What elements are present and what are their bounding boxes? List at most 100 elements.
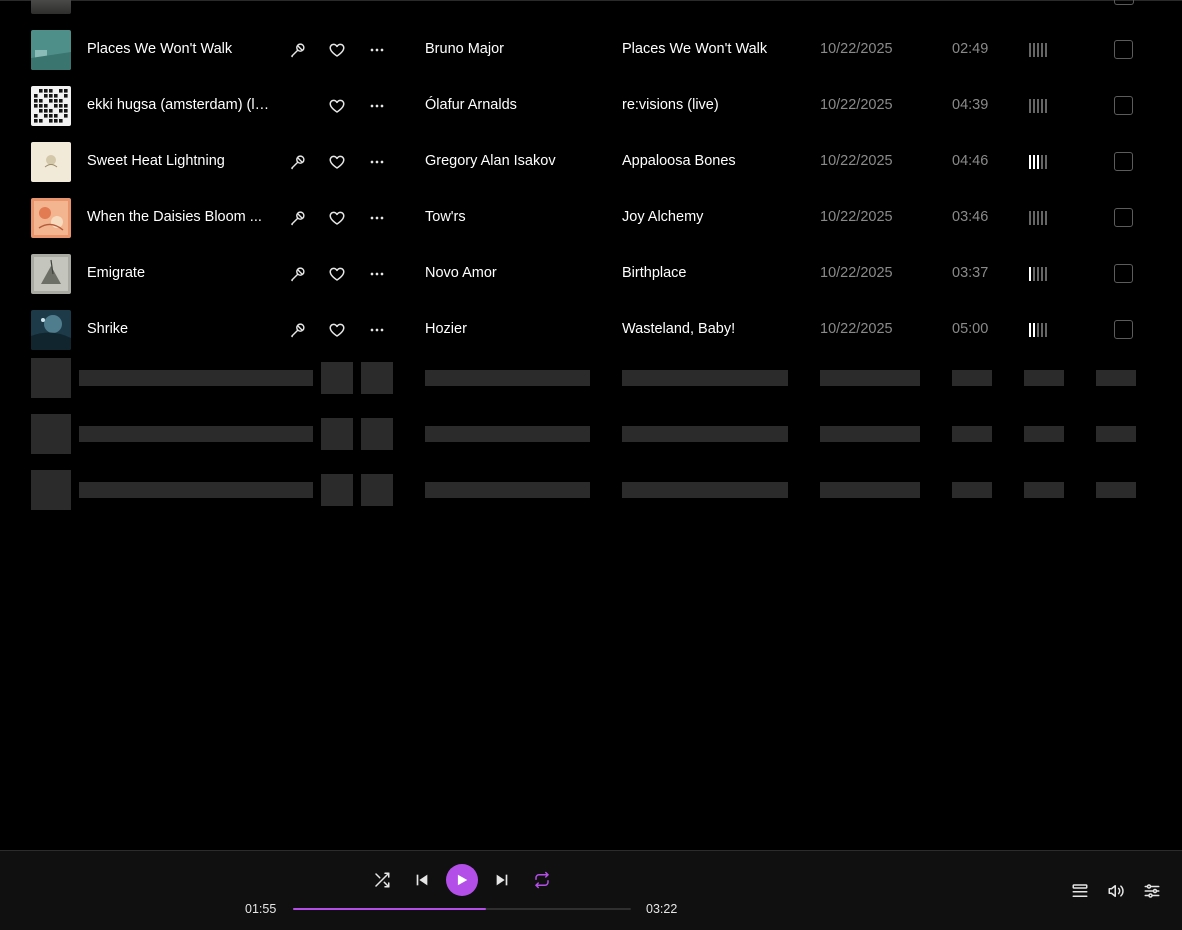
date-added: 10/22/2025 xyxy=(820,265,893,281)
popularity-bar xyxy=(1029,43,1031,57)
album-cover[interactable] xyxy=(31,310,71,350)
heart-icon xyxy=(329,43,345,57)
track-title[interactable]: ekki hugsa (amsterdam) (live) xyxy=(87,97,272,113)
like-button[interactable] xyxy=(327,264,347,284)
select-checkbox[interactable] xyxy=(1114,264,1133,283)
select-checkbox[interactable] xyxy=(1114,320,1133,339)
select-checkbox[interactable] xyxy=(1114,40,1133,59)
play-button[interactable] xyxy=(446,864,478,896)
track-duration: 02:49 xyxy=(952,41,989,57)
track-title[interactable]: Shrike xyxy=(87,321,272,337)
skeleton-block xyxy=(1024,482,1064,498)
album-cover[interactable] xyxy=(31,142,71,182)
skeleton-block xyxy=(361,418,393,450)
track-duration: 04:39 xyxy=(952,97,989,113)
progress-bar[interactable] xyxy=(293,908,631,910)
more-options-button[interactable] xyxy=(367,208,387,228)
queue-list-icon xyxy=(1072,884,1088,897)
track-album[interactable]: re:visions (live) xyxy=(622,97,719,113)
album-cover[interactable] xyxy=(31,198,71,238)
more-dots-icon xyxy=(370,216,384,220)
more-options-button[interactable] xyxy=(367,320,387,340)
date-added: 10/22/2025 xyxy=(820,209,893,225)
skeleton-block xyxy=(361,362,393,394)
repeat-button[interactable] xyxy=(532,870,552,890)
partial-album-cover[interactable] xyxy=(31,0,71,14)
like-button[interactable] xyxy=(327,96,347,116)
track-artist[interactable]: Bruno Major xyxy=(425,41,504,57)
track-row[interactable]: ekki hugsa (amsterdam) (live) Ólafur Arna… xyxy=(0,78,1182,134)
popularity-meter xyxy=(1029,323,1049,337)
popularity-bar xyxy=(1041,211,1043,225)
track-album[interactable]: Appaloosa Bones xyxy=(622,153,736,169)
popularity-bar xyxy=(1045,155,1047,169)
track-album[interactable]: Birthplace xyxy=(622,265,686,281)
select-checkbox[interactable] xyxy=(1114,152,1133,171)
album-cover[interactable] xyxy=(31,30,71,70)
lyrics-button[interactable] xyxy=(287,152,307,172)
lyrics-button[interactable] xyxy=(287,40,307,60)
skeleton-block xyxy=(820,482,920,498)
queue-button[interactable] xyxy=(1070,881,1090,901)
more-options-button[interactable] xyxy=(367,96,387,116)
next-button[interactable] xyxy=(492,870,512,890)
lyrics-button[interactable] xyxy=(287,320,307,340)
track-title[interactable]: Sweet Heat Lightning xyxy=(87,153,272,169)
loading-placeholder-row xyxy=(0,358,1182,414)
track-artist[interactable]: Tow'rs xyxy=(425,209,466,225)
heart-icon xyxy=(329,323,345,337)
track-row[interactable]: Places We Won't Walk Bruno Major Places We… xyxy=(0,22,1182,78)
popularity-bar xyxy=(1033,43,1035,57)
album-cover[interactable] xyxy=(31,86,71,126)
more-options-button[interactable] xyxy=(367,264,387,284)
popularity-bar xyxy=(1033,267,1035,281)
popularity-meter xyxy=(1029,267,1049,281)
popularity-bar xyxy=(1037,99,1039,113)
track-artist[interactable]: Ólafur Arnalds xyxy=(425,97,517,113)
track-title[interactable]: Places We Won't Walk xyxy=(87,41,272,57)
microphone-icon xyxy=(290,154,305,169)
track-artist[interactable]: Novo Amor xyxy=(425,265,497,281)
previous-button[interactable] xyxy=(412,870,432,890)
play-icon xyxy=(457,874,468,886)
equalizer-settings-button[interactable] xyxy=(1142,881,1162,901)
like-button[interactable] xyxy=(327,152,347,172)
track-album[interactable]: Wasteland, Baby! xyxy=(622,321,735,337)
skeleton-block xyxy=(1096,482,1136,498)
shuffle-icon xyxy=(375,872,390,888)
partial-checkbox[interactable] xyxy=(1114,0,1134,5)
volume-icon xyxy=(1108,885,1124,897)
select-checkbox[interactable] xyxy=(1114,208,1133,227)
lyrics-button[interactable] xyxy=(287,264,307,284)
skeleton-block xyxy=(622,482,788,498)
more-options-button[interactable] xyxy=(367,152,387,172)
popularity-bar xyxy=(1029,155,1031,169)
track-title[interactable]: Emigrate xyxy=(87,265,272,281)
more-dots-icon xyxy=(370,160,384,164)
album-cover[interactable] xyxy=(31,254,71,294)
track-row[interactable]: Sweet Heat Lightning Gregory Alan Isakov A… xyxy=(0,134,1182,190)
track-title[interactable]: When the Daisies Bloom ... xyxy=(87,209,272,225)
select-checkbox[interactable] xyxy=(1114,96,1133,115)
lyrics-button[interactable] xyxy=(287,208,307,228)
skip-next-icon xyxy=(496,874,508,886)
shuffle-button[interactable] xyxy=(372,870,392,890)
track-album[interactable]: Places We Won't Walk xyxy=(622,41,767,57)
popularity-bar xyxy=(1029,211,1031,225)
skeleton-block xyxy=(361,474,393,506)
skeleton-block xyxy=(321,474,353,506)
track-artist[interactable]: Hozier xyxy=(425,321,467,337)
like-button[interactable] xyxy=(327,40,347,60)
track-row[interactable]: Shrike Hozier Wasteland, Baby! 10/22/2025 05… xyxy=(0,302,1182,358)
more-dots-icon xyxy=(370,48,384,52)
like-button[interactable] xyxy=(327,208,347,228)
volume-button[interactable] xyxy=(1106,881,1126,901)
like-button[interactable] xyxy=(327,320,347,340)
track-row[interactable]: Emigrate Novo Amor Birthplace 10/22/2025 03:… xyxy=(0,246,1182,302)
skeleton-block xyxy=(31,414,71,454)
music-app: Places We Won't Walk Bruno Major Places We… xyxy=(0,0,1182,930)
track-artist[interactable]: Gregory Alan Isakov xyxy=(425,153,556,169)
track-album[interactable]: Joy Alchemy xyxy=(622,209,703,225)
more-options-button[interactable] xyxy=(367,40,387,60)
track-row[interactable]: When the Daisies Bloom ... Tow'rs Joy Alch… xyxy=(0,190,1182,246)
